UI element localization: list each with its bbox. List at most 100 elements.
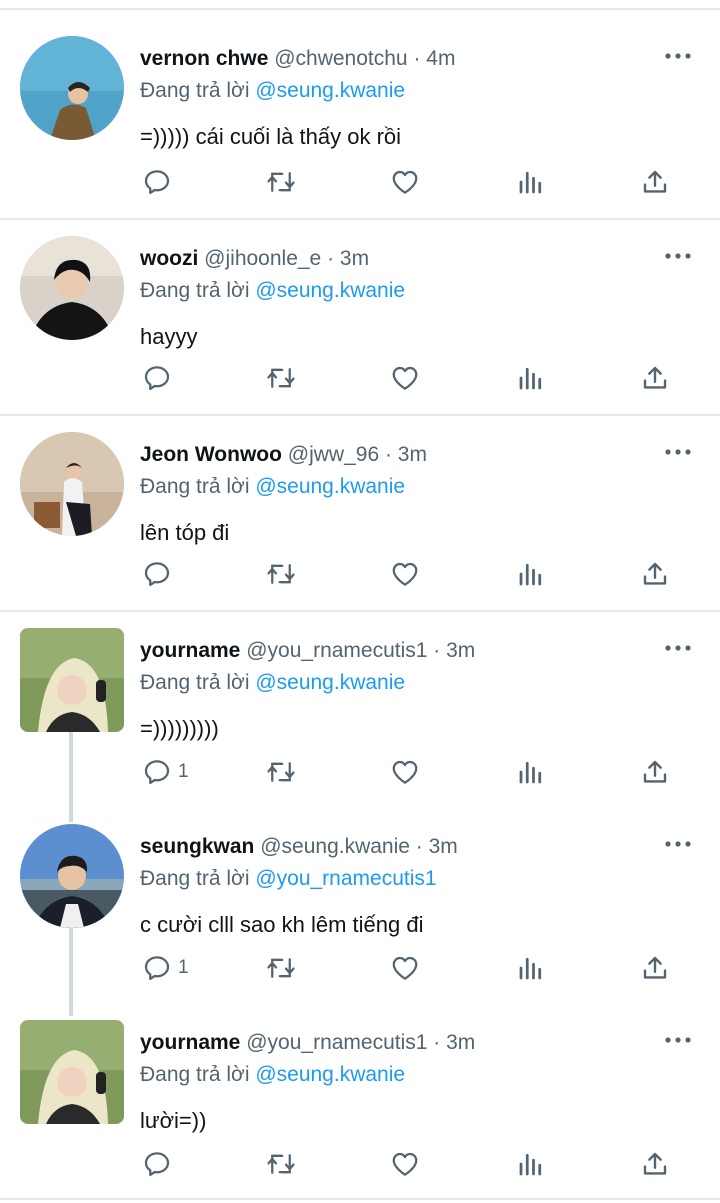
retweet-button[interactable] [266,948,296,988]
share-button[interactable] [640,162,670,202]
reply-icon [142,757,172,787]
retweet-button[interactable] [266,1144,296,1184]
retweet-icon [266,953,296,983]
analytics-button[interactable] [516,752,546,792]
like-icon [390,167,420,197]
display-name[interactable]: yourname [140,1031,240,1054]
display-name[interactable]: vernon chwe [140,47,268,70]
share-icon [640,363,670,393]
action-bar: 1 [140,948,700,988]
handle-time: @you_rnamecutis1 · 3m [246,1031,476,1054]
like-button[interactable] [390,358,420,398]
more-icon[interactable] [664,50,692,62]
action-bar [140,358,700,398]
share-icon [640,559,670,589]
mention-link[interactable]: @seung.kwanie [255,1063,405,1086]
reply-button[interactable] [142,358,178,398]
retweet-icon [266,167,296,197]
mention-link[interactable]: @seung.kwanie [255,671,405,694]
analytics-button[interactable] [516,358,546,398]
display-name[interactable]: woozi [140,247,198,270]
reply-button[interactable]: 1 [142,948,189,988]
like-button[interactable] [390,752,420,792]
analytics-icon [516,559,546,589]
avatar[interactable] [20,824,124,928]
tweet-text: c cười clll sao kh lêm tiếng đi [140,912,424,937]
action-bar [140,554,700,594]
more-icon[interactable] [664,1034,692,1046]
reply-icon [142,953,172,983]
action-bar: 1 [140,752,700,792]
replying-to: Đang trả lời @seung.kwanie [140,279,406,302]
analytics-icon [516,757,546,787]
tweet-text: lười=)) [140,1108,207,1133]
mention-link[interactable]: @seung.kwanie [255,279,405,302]
reply-button[interactable] [142,162,178,202]
display-name[interactable]: yourname [140,639,240,662]
avatar[interactable] [20,236,124,340]
tweet[interactable]: woozi @jihoonle_e · 3m Đang trả lời @seu… [0,210,720,414]
like-icon [390,1149,420,1179]
reply-button[interactable] [142,554,178,594]
action-bar [140,162,700,202]
tweet[interactable]: yourname @you_rnamecutis1 · 3m Đang trả … [0,994,720,1198]
retweet-icon [266,363,296,393]
replying-to: Đang trả lời @seung.kwanie [140,671,406,694]
replying-to: Đang trả lời @seung.kwanie [140,1063,406,1086]
share-icon [640,757,670,787]
mention-link[interactable]: @seung.kwanie [255,475,405,498]
mention-link[interactable]: @seung.kwanie [255,79,405,102]
analytics-icon [516,167,546,197]
reply-button[interactable] [142,1144,178,1184]
share-button[interactable] [640,948,670,988]
like-button[interactable] [390,162,420,202]
analytics-button[interactable] [516,1144,546,1184]
share-button[interactable] [640,752,670,792]
like-button[interactable] [390,554,420,594]
reply-icon [142,167,172,197]
analytics-icon [516,363,546,393]
avatar[interactable] [20,1020,124,1124]
like-button[interactable] [390,948,420,988]
reply-count: 1 [178,761,189,782]
replying-to: Đang trả lời @seung.kwanie [140,475,406,498]
tweet[interactable]: yourname @you_rnamecutis1 · 3m Đang trả … [0,602,720,798]
like-button[interactable] [390,1144,420,1184]
share-icon [640,1149,670,1179]
analytics-button[interactable] [516,948,546,988]
handle-time: @jihoonle_e · 3m [204,247,370,270]
like-icon [390,757,420,787]
retweet-button[interactable] [266,358,296,398]
action-bar [140,1144,700,1184]
reply-icon [142,1149,172,1179]
display-name[interactable]: Jeon Wonwoo [140,443,282,466]
more-icon[interactable] [664,642,692,654]
reply-count: 1 [178,957,189,978]
like-icon [390,559,420,589]
share-button[interactable] [640,554,670,594]
more-icon[interactable] [664,838,692,850]
tweet[interactable]: vernon chwe @chwenotchu · 4m Đang trả lờ… [0,10,720,218]
more-icon[interactable] [664,250,692,262]
avatar[interactable] [20,628,124,732]
avatar[interactable] [20,36,124,140]
tweet-text: =))))))))) [140,716,219,741]
tweet-text: hayyy [140,324,198,349]
avatar[interactable] [20,432,124,536]
retweet-button[interactable] [266,752,296,792]
retweet-button[interactable] [266,554,296,594]
more-icon[interactable] [664,446,692,458]
analytics-icon [516,953,546,983]
mention-link[interactable]: @you_rnamecutis1 [255,867,436,890]
display-name[interactable]: seungkwan [140,835,254,858]
tweet[interactable]: Jeon Wonwoo @jww_96 · 3m Đang trả lời @s… [0,406,720,610]
retweet-button[interactable] [266,162,296,202]
tweet[interactable]: seungkwan @seung.kwanie · 3m Đang trả lờ… [0,798,720,994]
retweet-icon [266,1149,296,1179]
analytics-button[interactable] [516,554,546,594]
share-button[interactable] [640,1144,670,1184]
reply-button[interactable]: 1 [142,752,189,792]
analytics-button[interactable] [516,162,546,202]
share-button[interactable] [640,358,670,398]
reply-icon [142,559,172,589]
